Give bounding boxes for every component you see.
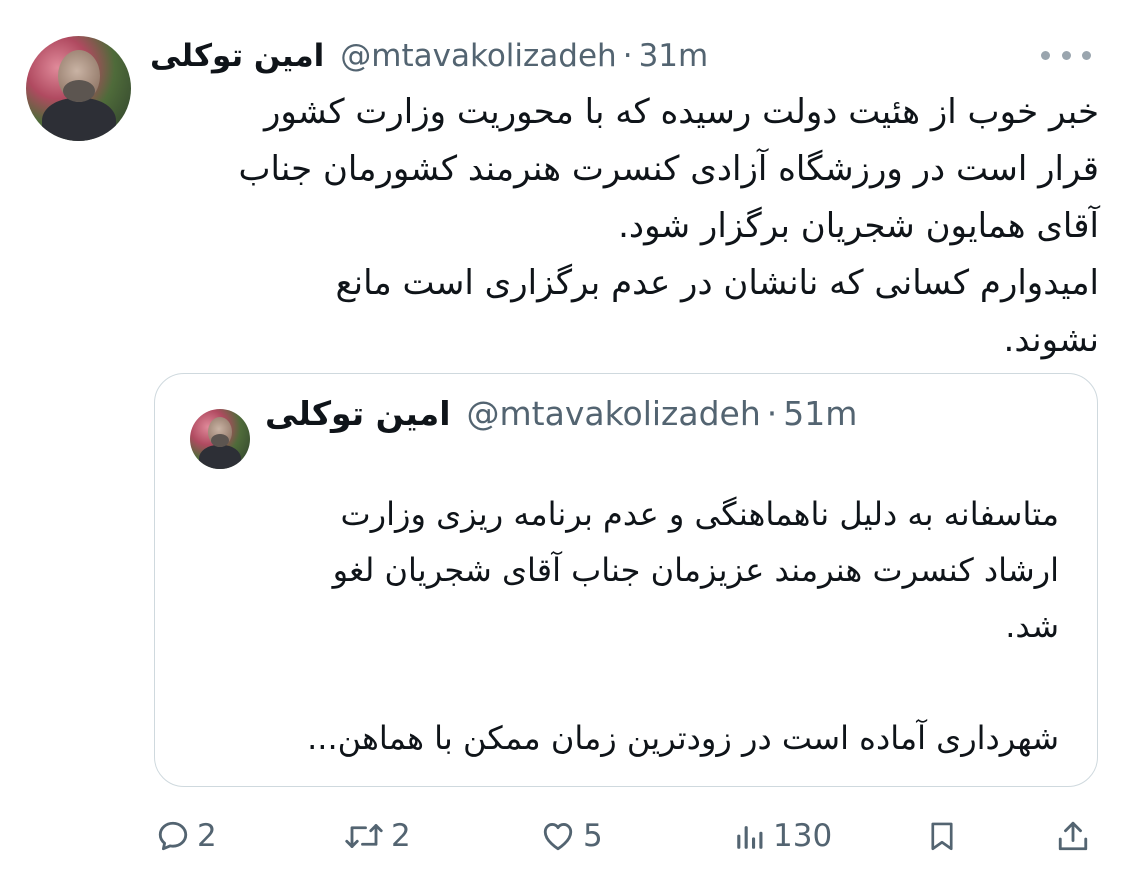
tweet-text-line: آقای همایون شجریان برگزار شود. [618, 206, 1099, 246]
author-avatar[interactable] [26, 36, 131, 141]
reply-count: 2 [197, 818, 217, 854]
more-dot [1082, 50, 1091, 60]
more-dot [1061, 50, 1071, 60]
share-icon [1058, 821, 1088, 851]
quoted-author-handle: @mtavakolizadeh [466, 393, 761, 433]
quoted-text-line: ارشاد کنسرت هنرمند عزیزمان جناب آقای شجر… [332, 551, 1059, 589]
tweet-text: خبر خوب از هئیت دولت رسیده که با محوریت … [150, 84, 1099, 369]
like-count: 5 [583, 818, 603, 854]
tweet-card[interactable]: امین توکلی @mtavakolizadeh · 31m خبر خوب… [0, 0, 1125, 883]
quoted-text-line: شد. [1005, 607, 1059, 645]
retweet-count: 2 [391, 818, 411, 854]
quoted-author-display-name: امین توکلی [265, 393, 451, 433]
views-count: 130 [773, 818, 833, 854]
tweet-timestamp[interactable]: 31m [639, 38, 709, 74]
quoted-tweet-timestamp: 51m [783, 393, 858, 433]
quoted-header-separator: · [766, 393, 778, 433]
retweet-button[interactable]: 2 [343, 810, 411, 862]
quoted-tweet-header: امین توکلی @mtavakolizadeh · 51m [265, 390, 1067, 436]
quoted-tweet-text: متاسفانه به دلیل ناهماهنگی و عدم برنامه … [191, 486, 1059, 766]
views-button[interactable]: 130 [733, 810, 832, 862]
bookmark-button[interactable] [925, 810, 959, 862]
retweet-icon [345, 824, 383, 848]
views-icon [737, 826, 763, 849]
action-bar: 2 2 5 130 [155, 810, 1095, 862]
header-separator: · [622, 38, 633, 74]
heart-icon [543, 823, 573, 851]
tweet-header: امین توکلی @mtavakolizadeh · 31m [150, 36, 975, 76]
author-display-name[interactable]: امین توکلی [150, 38, 324, 74]
quoted-author-avatar[interactable] [190, 409, 250, 469]
quoted-text-truncated: شهرداری آماده است در زودترین زمان ممکن ب… [307, 719, 1059, 757]
quoted-tweet[interactable]: امین توکلی @mtavakolizadeh · 51m متاسفان… [154, 373, 1098, 787]
tweet-text-line: امیدوارم کسانی که نانشان در عدم برگزاری … [335, 263, 1099, 303]
tweet-text-line: نشوند. [1003, 320, 1099, 360]
like-button[interactable]: 5 [539, 810, 603, 862]
tweet-text-line: قرار است در ورزشگاه آزادی کنسرت هنرمند ک… [238, 149, 1099, 189]
author-handle[interactable]: @mtavakolizadeh [340, 38, 616, 74]
bookmark-icon [931, 822, 953, 851]
quoted-text-line: متاسفانه به دلیل ناهماهنگی و عدم برنامه … [340, 495, 1059, 533]
tweet-text-line: خبر خوب از هئیت دولت رسیده که با محوریت … [264, 92, 1099, 132]
more-options-button[interactable] [1041, 42, 1091, 68]
more-horizontal-icon [1041, 50, 1050, 60]
reply-button[interactable]: 2 [155, 810, 217, 862]
share-button[interactable] [1055, 810, 1091, 862]
reply-icon [158, 821, 188, 851]
